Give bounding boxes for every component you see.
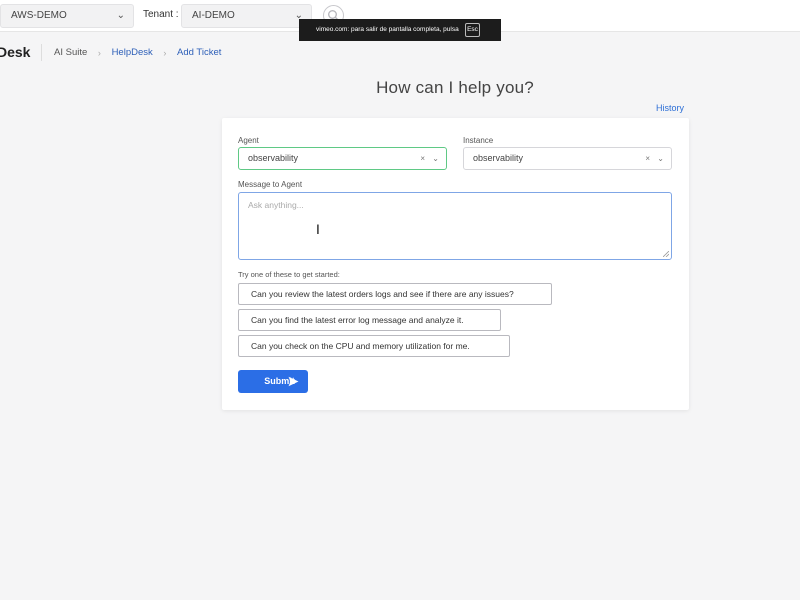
ticket-form-card: Agent observability × ⌄ Instance observa…	[222, 118, 689, 410]
agent-select[interactable]: observability × ⌄	[238, 147, 447, 170]
breadcrumb-helpdesk[interactable]: HelpDesk	[112, 47, 153, 58]
instance-select-value: observability	[473, 153, 524, 163]
resize-handle-icon[interactable]	[663, 251, 669, 257]
instance-select[interactable]: observability × ⌄	[463, 147, 672, 170]
chevron-right-icon: ›	[97, 47, 101, 58]
chevron-right-icon: ›	[163, 47, 167, 58]
instance-label: Instance	[463, 136, 494, 145]
account-select-value: AWS-DEMO	[11, 10, 67, 21]
chevron-down-icon: ⌄	[116, 10, 125, 21]
suggestion-button[interactable]: Can you review the latest orders logs an…	[238, 283, 552, 305]
message-input[interactable]	[239, 193, 671, 259]
tenant-select-value: AI-DEMO	[192, 10, 235, 21]
tenant-select[interactable]: AI-DEMO ⌄	[181, 4, 312, 28]
chevron-down-icon[interactable]: ⌄	[432, 154, 439, 163]
history-link[interactable]: History	[656, 103, 684, 113]
esc-key: Esc	[465, 23, 480, 37]
text-cursor-icon: Ⅰ	[316, 223, 320, 238]
chevron-down-icon[interactable]: ⌄	[657, 154, 664, 163]
account-select[interactable]: AWS-DEMO ⌄	[0, 4, 134, 28]
submit-button[interactable]: Submit	[238, 370, 308, 393]
toast-message: vimeo.com: para salir de pantalla comple…	[316, 26, 459, 33]
breadcrumb: AI Suite › HelpDesk › Add Ticket	[54, 47, 221, 58]
page-title: How can I help you?	[376, 78, 534, 97]
message-input-wrapper	[238, 192, 672, 260]
send-arrow-icon	[288, 376, 299, 387]
breadcrumb-ai-suite[interactable]: AI Suite	[54, 47, 87, 58]
breadcrumb-add-ticket[interactable]: Add Ticket	[177, 47, 221, 58]
agent-select-value: observability	[248, 153, 299, 163]
fullscreen-toast: vimeo.com: para salir de pantalla comple…	[299, 19, 501, 41]
breadcrumb-divider	[41, 44, 42, 61]
suggestion-button[interactable]: Can you check on the CPU and memory util…	[238, 335, 510, 357]
suggestion-button[interactable]: Can you find the latest error log messag…	[238, 309, 501, 331]
suggestions-label: Try one of these to get started:	[238, 270, 340, 279]
tenant-label: Tenant :	[143, 9, 179, 20]
clear-x-icon[interactable]: ×	[645, 154, 650, 163]
app-brand: Desk	[0, 44, 31, 60]
message-label: Message to Agent	[238, 180, 303, 189]
agent-label: Agent	[238, 136, 259, 145]
clear-x-icon[interactable]: ×	[420, 154, 425, 163]
